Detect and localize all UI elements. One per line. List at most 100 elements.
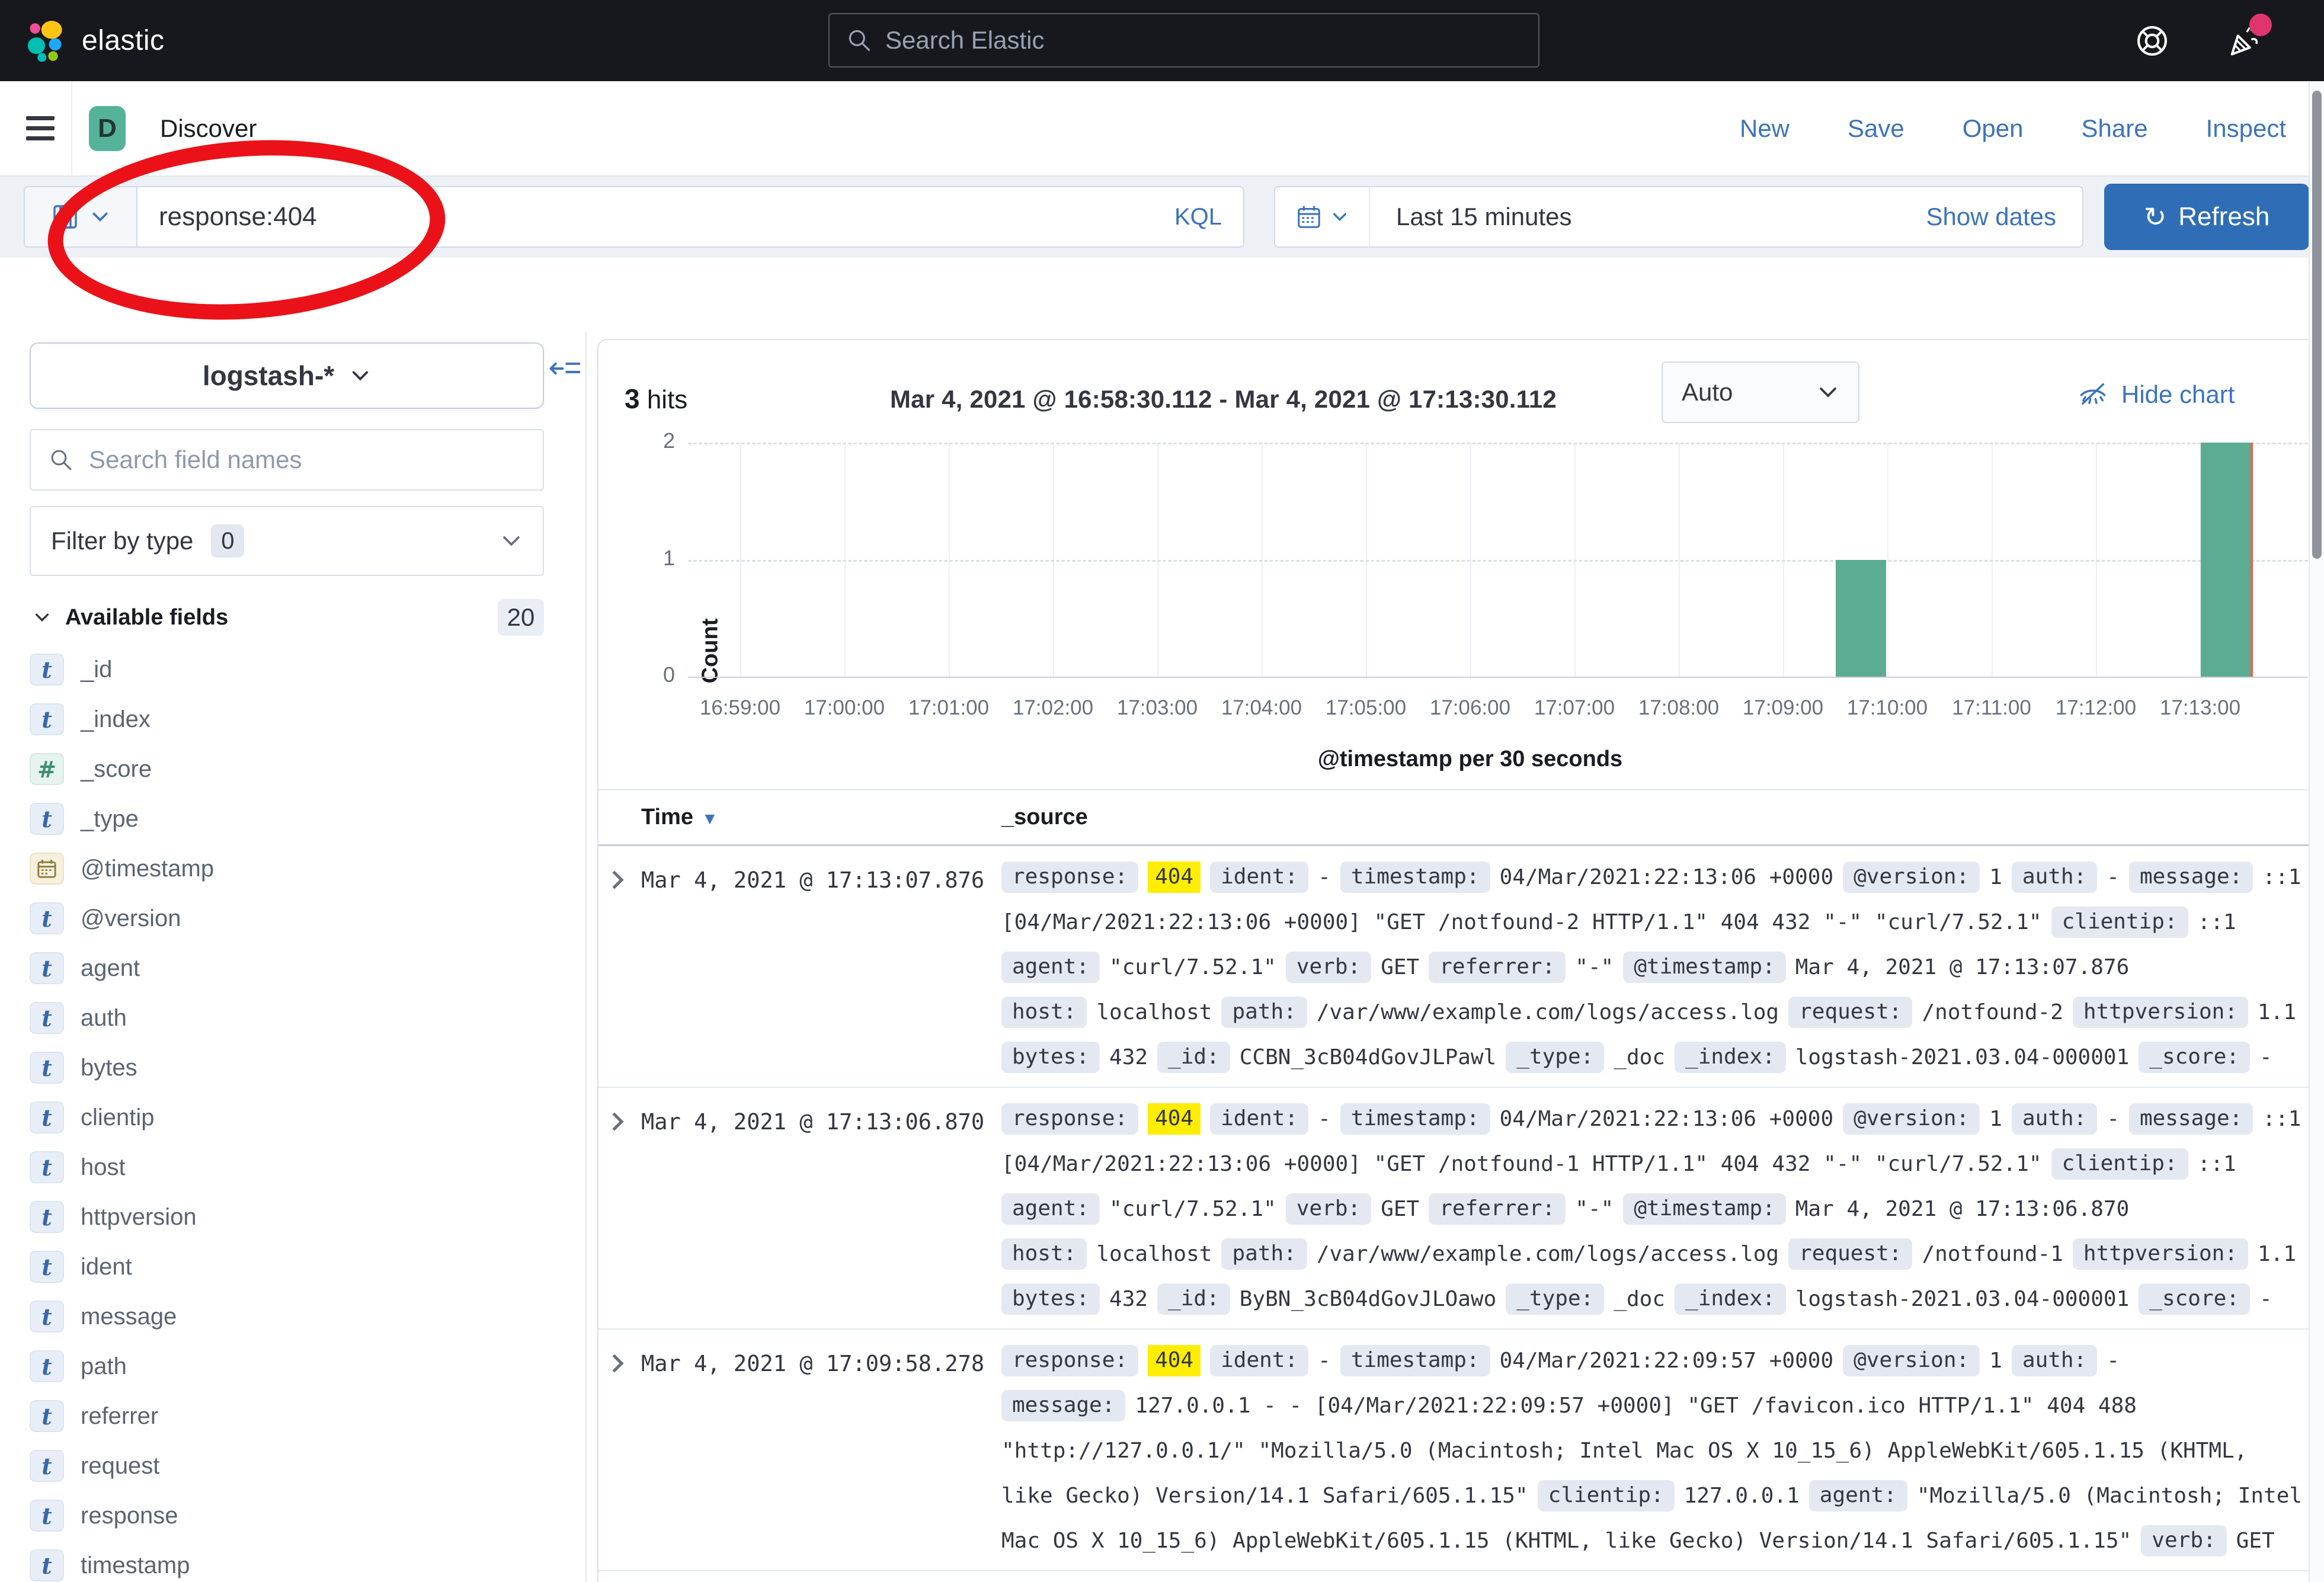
table-row: Mar 4, 2021 @ 17:13:07.876response:404id… bbox=[598, 846, 2310, 1088]
field-item-id[interactable]: t_id bbox=[30, 645, 563, 694]
source-field-pill: request: bbox=[1788, 997, 1912, 1028]
index-pattern-selector[interactable]: logstash-* bbox=[30, 342, 544, 409]
expand-row-icon[interactable] bbox=[605, 870, 623, 889]
field-item-ident[interactable]: tident bbox=[30, 1242, 563, 1292]
top-menu-inspect[interactable]: Inspect bbox=[2206, 114, 2286, 143]
field-item-index[interactable]: t_index bbox=[30, 694, 563, 744]
field-name: _id bbox=[81, 657, 112, 683]
time-range-display: Mar 4, 2021 @ 16:58:30.112 - Mar 4, 2021… bbox=[890, 385, 1557, 414]
y-tick-label: 1 bbox=[633, 546, 675, 571]
source-text: "curl/7.52.1" bbox=[1109, 1197, 1276, 1221]
field-name: host bbox=[81, 1154, 126, 1181]
hits-count: 3 hits bbox=[625, 383, 687, 415]
field-item-auth[interactable]: tauth bbox=[30, 993, 563, 1043]
source-text: ::1 bbox=[2198, 910, 2236, 934]
histogram-bar[interactable] bbox=[2201, 443, 2251, 677]
source-text: logstash-2021.03.04-000001 bbox=[1795, 1287, 2130, 1311]
field-item-score[interactable]: #_score bbox=[30, 744, 563, 794]
elastic-logo-icon bbox=[26, 20, 68, 62]
histogram-bar[interactable] bbox=[1836, 560, 1886, 677]
field-type-string-icon: t bbox=[30, 1052, 64, 1084]
field-item-type[interactable]: t_type bbox=[30, 794, 563, 844]
source-field-pill: _score: bbox=[2139, 1042, 2250, 1073]
available-fields-toggle[interactable]: Available fields 20 bbox=[33, 596, 544, 639]
calendar-icon bbox=[1295, 203, 1323, 230]
source-field-pill: timestamp: bbox=[1340, 1345, 1490, 1376]
chevron-down-icon bbox=[1817, 381, 1839, 403]
hide-chart-button[interactable]: Hide chart bbox=[2077, 379, 2235, 410]
source-field-pill: ident: bbox=[1210, 1345, 1308, 1376]
show-dates-link[interactable]: Show dates bbox=[1926, 203, 2082, 231]
source-field-pill: message: bbox=[2129, 1103, 2253, 1135]
refresh-button[interactable]: ↻ Refresh bbox=[2104, 184, 2309, 250]
kibana-discover-page: elastic Search Elastic bbox=[0, 0, 2324, 1582]
source-field-pill: path: bbox=[1221, 997, 1307, 1028]
query-language-button[interactable]: KQL bbox=[1174, 204, 1222, 230]
chevron-down-icon bbox=[500, 530, 523, 552]
field-type-string-icon: t bbox=[30, 1002, 64, 1034]
top-menu-share[interactable]: Share bbox=[2082, 114, 2148, 143]
source-field-pill: host: bbox=[1001, 1238, 1087, 1270]
source-field-pill: verb: bbox=[2141, 1525, 2226, 1557]
source-text: 1 bbox=[1989, 865, 2002, 889]
field-item-message[interactable]: tmessage bbox=[30, 1292, 563, 1341]
field-item-timestamp[interactable]: @timestamp bbox=[30, 844, 563, 894]
saved-query-menu-button[interactable] bbox=[24, 186, 137, 248]
source-text: ::1 bbox=[2198, 1152, 2236, 1176]
whats-new-button[interactable] bbox=[2227, 23, 2262, 59]
field-item-timestamp[interactable]: ttimestamp bbox=[30, 1541, 563, 1582]
results-panel: 3 hits Mar 4, 2021 @ 16:58:30.112 - Mar … bbox=[597, 339, 2310, 1582]
field-type-string-icon: t bbox=[30, 1201, 64, 1233]
field-search-input[interactable]: Search field names bbox=[30, 429, 544, 491]
doc-source-line: response:404ident:-timestamp:04/Mar/2021… bbox=[1001, 854, 2299, 899]
expand-row-icon[interactable] bbox=[605, 1354, 623, 1372]
field-item-request[interactable]: trequest bbox=[30, 1441, 563, 1491]
page-scrollbar[interactable] bbox=[2309, 81, 2324, 1582]
field-name: timestamp bbox=[81, 1552, 190, 1579]
global-search-input[interactable]: Search Elastic bbox=[828, 13, 1539, 68]
top-menu-open[interactable]: Open bbox=[1963, 114, 2024, 143]
filter-count-badge: 0 bbox=[211, 524, 244, 558]
time-range-value[interactable]: Last 15 minutes bbox=[1370, 203, 1572, 231]
help-button[interactable] bbox=[2134, 23, 2170, 59]
source-text: ByBN_3cB04dGovJLOawo bbox=[1240, 1287, 1496, 1311]
doc-source-line: Mac OS X 10_15_6) AppleWebKit/605.1.15 (… bbox=[1001, 1518, 2299, 1563]
field-item-clientip[interactable]: tclientip bbox=[30, 1093, 563, 1142]
field-name: ident bbox=[81, 1254, 132, 1280]
top-menu-save[interactable]: Save bbox=[1848, 114, 1904, 143]
field-item-agent[interactable]: tagent bbox=[30, 943, 563, 993]
field-item-httpversion[interactable]: t httpversion bbox=[30, 1192, 563, 1242]
expand-row-icon[interactable] bbox=[605, 1112, 623, 1131]
discover-app-badge[interactable]: D bbox=[89, 106, 126, 151]
interval-select[interactable]: Auto bbox=[1662, 361, 1859, 423]
filter-by-type-select[interactable]: Filter by type 0 bbox=[30, 506, 544, 576]
source-field-pill: _id: bbox=[1157, 1042, 1230, 1073]
doc-source: response:404ident:-timestamp:04/Mar/2021… bbox=[1001, 1330, 2299, 1563]
menu-button[interactable] bbox=[26, 116, 55, 140]
source-text: - bbox=[2107, 1107, 2120, 1131]
source-field-pill: _score: bbox=[2139, 1283, 2250, 1315]
field-item-bytes[interactable]: tbytes bbox=[30, 1043, 563, 1093]
field-item-path[interactable]: tpath bbox=[30, 1341, 563, 1391]
source-text: 127.0.0.1 bbox=[1684, 1484, 1800, 1508]
chevron-down-icon bbox=[1331, 208, 1349, 226]
field-item-referrer[interactable]: treferrer bbox=[30, 1391, 563, 1441]
field-item-version[interactable]: t@version bbox=[30, 894, 563, 943]
eye-slash-icon bbox=[2077, 379, 2108, 410]
scrollbar-thumb[interactable] bbox=[2312, 91, 2322, 559]
sort-desc-icon: ▼ bbox=[702, 809, 718, 828]
field-item-host[interactable]: thost bbox=[30, 1142, 563, 1192]
available-fields-label: Available fields bbox=[65, 605, 228, 630]
source-text: 432 bbox=[1109, 1045, 1148, 1069]
query-input[interactable]: response:404 KQL bbox=[137, 186, 1244, 248]
field-type-number-icon: # bbox=[30, 753, 64, 785]
source-text: 1.1 bbox=[2258, 1000, 2296, 1024]
field-item-response[interactable]: tresponse bbox=[30, 1491, 563, 1541]
column-header-time[interactable]: Time▼ bbox=[641, 805, 718, 830]
available-fields-count: 20 bbox=[498, 599, 544, 636]
date-quick-menu-button[interactable] bbox=[1275, 187, 1370, 246]
field-name: httpversion bbox=[81, 1204, 197, 1231]
collapse-sidebar-button[interactable] bbox=[549, 352, 582, 385]
elastic-logo[interactable]: elastic bbox=[26, 20, 165, 62]
top-menu-new[interactable]: New bbox=[1740, 114, 1790, 143]
